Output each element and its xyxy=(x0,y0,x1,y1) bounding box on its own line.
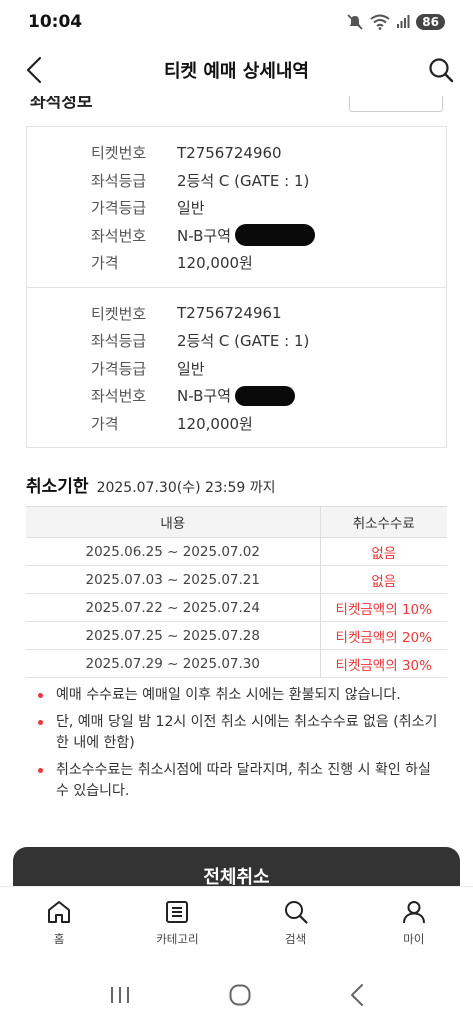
nav-label: 마이 xyxy=(403,932,425,946)
column-header-period: 내용 xyxy=(26,506,321,538)
cancel-deadline: 취소기한 2025.07.30(수) 23:59 까지 xyxy=(26,472,276,497)
ticket-number: T2756724961 xyxy=(177,304,282,323)
section-action-box[interactable] xyxy=(349,96,443,112)
ticket-item: 티켓번호 T2756724960 좌석등급 2등석 C (GATE : 1) 가… xyxy=(27,127,446,287)
period-cell: 2025.07.22 ~ 2025.07.24 xyxy=(26,593,321,622)
ticket-label: 좌석번호 xyxy=(91,387,147,406)
ticket-label: 가격 xyxy=(91,254,119,273)
fee-cell: 없음 xyxy=(320,537,447,566)
ticket-row: 좌석등급 2등석 C (GATE : 1) xyxy=(27,167,446,195)
table-row: 2025.07.29 ~ 2025.07.30 티켓금액의 30% xyxy=(26,649,447,678)
table-header-row: 내용 취소수수료 xyxy=(26,506,447,538)
content-area[interactable]: 좌석정보 티켓번호 T2756724960 좌석등급 2등석 C (GATE :… xyxy=(0,96,473,886)
table-row: 2025.06.25 ~ 2025.07.02 없음 xyxy=(26,537,447,566)
table-row: 2025.07.25 ~ 2025.07.28 티켓금액의 20% xyxy=(26,621,447,650)
period-cell: 2025.07.03 ~ 2025.07.21 xyxy=(26,565,321,594)
ticket-item: 티켓번호 T2756724961 좌석등급 2등석 C (GATE : 1) 가… xyxy=(27,286,446,448)
notice-item: 취소수수료는 취소시점에 따라 달라지며, 취소 진행 시 확인 하실 수 있습… xyxy=(36,760,441,802)
ticket-row: 티켓번호 T2756724960 xyxy=(27,139,446,167)
cancel-fee-table: 내용 취소수수료 2025.06.25 ~ 2025.07.02 없음 2025… xyxy=(26,506,447,678)
nav-item-category[interactable]: 카테고리 xyxy=(118,887,236,966)
cancel-deadline-label: 취소기한 xyxy=(26,477,89,497)
ticket-row: 좌석번호 N-B구역 xyxy=(27,382,446,410)
ticket-label: 좌석번호 xyxy=(91,226,147,245)
ticket-label: 티켓번호 xyxy=(91,304,147,323)
seat-grade: 2등석 C (GATE : 1) xyxy=(177,171,310,190)
seat-grade: 2등석 C (GATE : 1) xyxy=(177,332,310,351)
page-title: 티켓 예매 상세내역 xyxy=(163,61,309,82)
home-icon xyxy=(48,901,71,923)
seat-number: N-B구역 xyxy=(177,385,295,406)
redaction-scribble xyxy=(235,224,315,247)
status-time: 10:04 xyxy=(28,12,83,32)
recent-apps-icon[interactable] xyxy=(108,984,132,1006)
wifi-icon xyxy=(370,14,390,30)
system-nav-bar xyxy=(0,966,473,1024)
column-header-fee: 취소수수료 xyxy=(320,506,447,538)
battery-indicator: 86 xyxy=(416,14,445,30)
status-bar: 10:04 86 xyxy=(0,0,473,44)
fee-cell: 티켓금액의 20% xyxy=(320,621,447,650)
price-grade: 일반 xyxy=(177,359,205,378)
nav-label: 홈 xyxy=(53,932,65,946)
fee-cell: 티켓금액의 30% xyxy=(320,649,447,678)
ticket-row: 좌석번호 N-B구역 xyxy=(27,222,446,250)
ticket-price: 120,000원 xyxy=(177,414,253,433)
ticket-label: 티켓번호 xyxy=(91,144,147,163)
ticket-row: 가격등급 일반 xyxy=(27,194,446,222)
ticket-price: 120,000원 xyxy=(177,254,253,273)
nav-label: 검색 xyxy=(285,932,307,946)
nav-label: 카테고리 xyxy=(156,932,199,946)
ticket-row: 가격등급 일반 xyxy=(27,355,446,383)
chevron-left-icon xyxy=(26,56,42,84)
period-cell: 2025.07.29 ~ 2025.07.30 xyxy=(26,649,321,678)
back-nav-icon[interactable] xyxy=(349,983,365,1007)
table-row: 2025.07.22 ~ 2025.07.24 티켓금액의 10% xyxy=(26,593,447,622)
ticket-label: 좌석등급 xyxy=(91,332,147,351)
cancel-deadline-value: 2025.07.30(수) 23:59 까지 xyxy=(96,480,276,496)
search-icon xyxy=(429,58,454,83)
ticket-row: 좌석등급 2등석 C (GATE : 1) xyxy=(27,327,446,355)
price-grade: 일반 xyxy=(177,199,205,218)
ticket-list: 티켓번호 T2756724960 좌석등급 2등석 C (GATE : 1) 가… xyxy=(26,126,447,448)
period-cell: 2025.06.25 ~ 2025.07.02 xyxy=(26,537,321,566)
ticket-row: 가격 120,000원 xyxy=(27,249,446,277)
header-search-button[interactable] xyxy=(425,54,457,86)
redaction-scribble xyxy=(235,385,295,406)
table-row: 2025.07.03 ~ 2025.07.21 없음 xyxy=(26,565,447,594)
fee-cell: 없음 xyxy=(320,565,447,594)
ticket-label: 가격 xyxy=(91,414,119,433)
mute-icon xyxy=(347,14,363,30)
cancel-all-label: 전체취소 xyxy=(203,867,270,886)
ticket-label: 가격등급 xyxy=(91,359,147,378)
notice-list: 예매 수수료는 예매일 이후 취소 시에는 환불되지 않습니다. 단, 예매 당… xyxy=(36,685,441,808)
notice-item: 단, 예매 당일 밤 12시 이전 취소 시에는 취소수수료 없음 (취소기한 … xyxy=(36,712,441,754)
home-button-icon[interactable] xyxy=(228,983,252,1007)
cancel-all-button[interactable]: 전체취소 xyxy=(13,847,460,886)
bottom-nav: 홈 카테고리 검색 마이 xyxy=(0,886,473,966)
section-title-seat-info: 좌석정보 xyxy=(30,96,93,112)
notice-item: 예매 수수료는 예매일 이후 취소 시에는 환불되지 않습니다. xyxy=(36,685,441,706)
ticket-row: 가격 120,000원 xyxy=(27,410,446,438)
app-header: 티켓 예매 상세내역 xyxy=(0,44,473,96)
ticket-label: 좌석등급 xyxy=(91,171,147,190)
status-icons: 86 xyxy=(346,13,445,31)
signal-icon xyxy=(397,15,410,28)
category-icon xyxy=(166,901,189,923)
period-cell: 2025.07.25 ~ 2025.07.28 xyxy=(26,621,321,650)
user-icon xyxy=(402,901,425,924)
ticket-number: T2756724960 xyxy=(177,143,282,162)
ticket-label: 가격등급 xyxy=(91,199,147,218)
seat-number: N-B구역 xyxy=(177,224,315,247)
nav-item-search[interactable]: 검색 xyxy=(237,887,355,966)
nav-item-my[interactable]: 마이 xyxy=(355,887,473,966)
search-icon xyxy=(284,901,308,924)
ticket-row: 티켓번호 T2756724961 xyxy=(27,300,446,328)
nav-item-home[interactable]: 홈 xyxy=(0,887,118,966)
back-button[interactable] xyxy=(18,54,50,86)
fee-cell: 티켓금액의 10% xyxy=(320,593,447,622)
